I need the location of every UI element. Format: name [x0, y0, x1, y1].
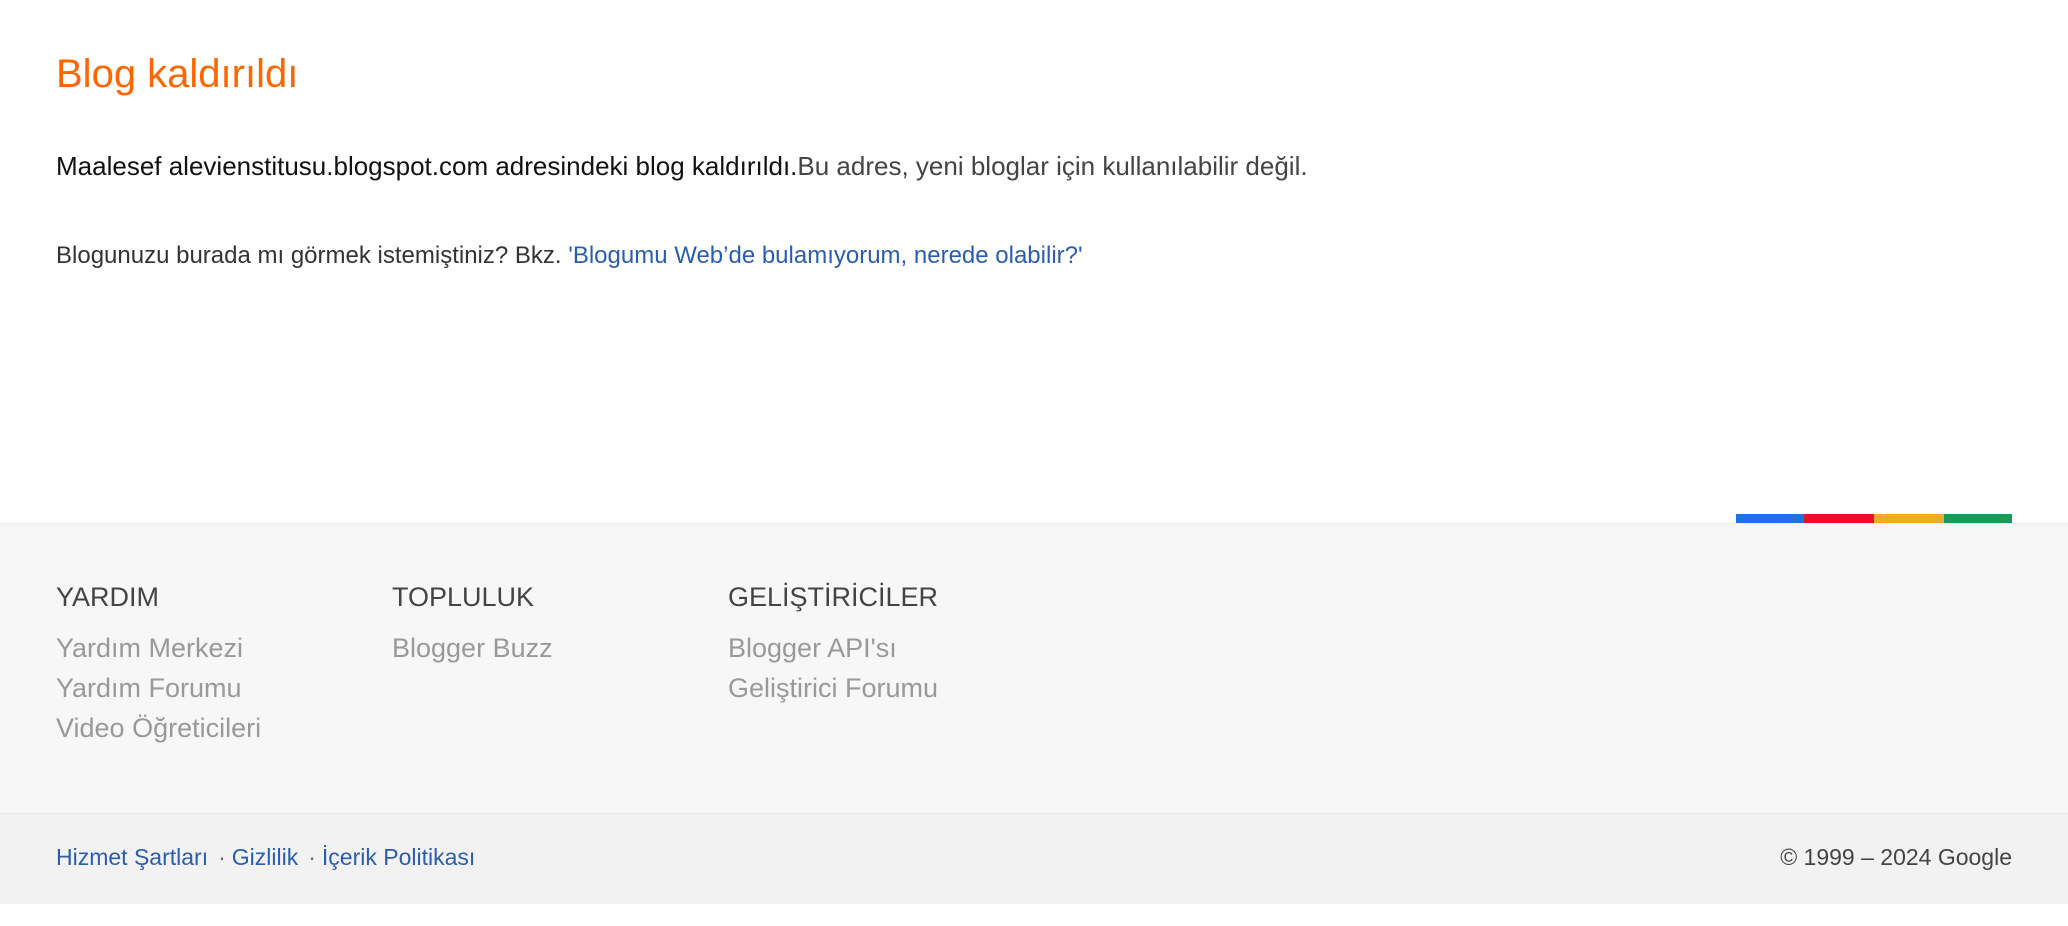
footer-link-video-tutorials[interactable]: Video Öğreticileri: [56, 713, 261, 743]
color-bar-yellow: [1874, 514, 1944, 523]
footer-link-help-forum[interactable]: Yardım Forumu: [56, 673, 242, 703]
removal-message-part1: Maalesef alevienstitusu.blogspot.com adr…: [56, 151, 798, 181]
footer-column-developers: GELİŞTİRİCİLER Blogger API'sı Geliştiric…: [728, 580, 938, 708]
removal-message-part2: Bu adres, yeni bloglar için kullanılabil…: [797, 151, 1308, 181]
color-bar-blue: [1736, 514, 1804, 523]
legal-separator: ·: [308, 844, 316, 870]
legal-links: Hizmet Şartları · Gizlilik · İçerik Politika…: [56, 844, 475, 871]
help-prefix: Blogunuzu burada mı görmek istemiştiniz?…: [56, 242, 569, 269]
footer-link-blogger-buzz[interactable]: Blogger Buzz: [392, 633, 553, 663]
terms-link[interactable]: Hizmet Şartları: [56, 844, 208, 870]
footer-legal-bar: Hizmet Şartları · Gizlilik · İçerik Politika…: [0, 813, 2068, 904]
help-link[interactable]: Blogumu Web’de bulamıyorum, nerede olabi…: [573, 242, 1078, 269]
footer-heading-developers: GELİŞTİRİCİLER: [728, 582, 939, 612]
footer-links: YARDIM Yardım Merkezi Yardım Forumu Vide…: [0, 523, 2068, 814]
footer-heading-help: YARDIM: [56, 582, 160, 612]
privacy-link[interactable]: Gizlilik: [232, 844, 298, 870]
footer-link-help-center[interactable]: Yardım Merkezi: [56, 633, 243, 663]
color-bar-red: [1804, 514, 1874, 523]
footer-heading-community: TOPLULUK: [392, 582, 535, 612]
content-policy-link[interactable]: İçerik Politikası: [322, 844, 475, 870]
removal-message: Maalesef alevienstitusu.blogspot.com adr…: [56, 151, 1308, 182]
footer-link-blogger-api[interactable]: Blogger API'sı: [728, 633, 897, 663]
legal-separator: ·: [218, 844, 226, 870]
footer-column-community: TOPLULUK Blogger Buzz: [392, 580, 553, 668]
help-text: Blogunuzu burada mı görmek istemiştiniz?…: [56, 242, 1083, 270]
copyright: © 1999 – 2024 Google: [1780, 844, 2012, 870]
color-bar-green: [1944, 514, 2012, 523]
footer-column-help: YARDIM Yardım Merkezi Yardım Forumu Vide…: [56, 580, 261, 748]
footer-link-developer-forum[interactable]: Geliştirici Forumu: [728, 673, 938, 703]
quote-close: ': [1078, 242, 1083, 269]
page-title: Blog kaldırıldı: [56, 52, 299, 96]
brand-color-bar: [1736, 514, 2012, 523]
